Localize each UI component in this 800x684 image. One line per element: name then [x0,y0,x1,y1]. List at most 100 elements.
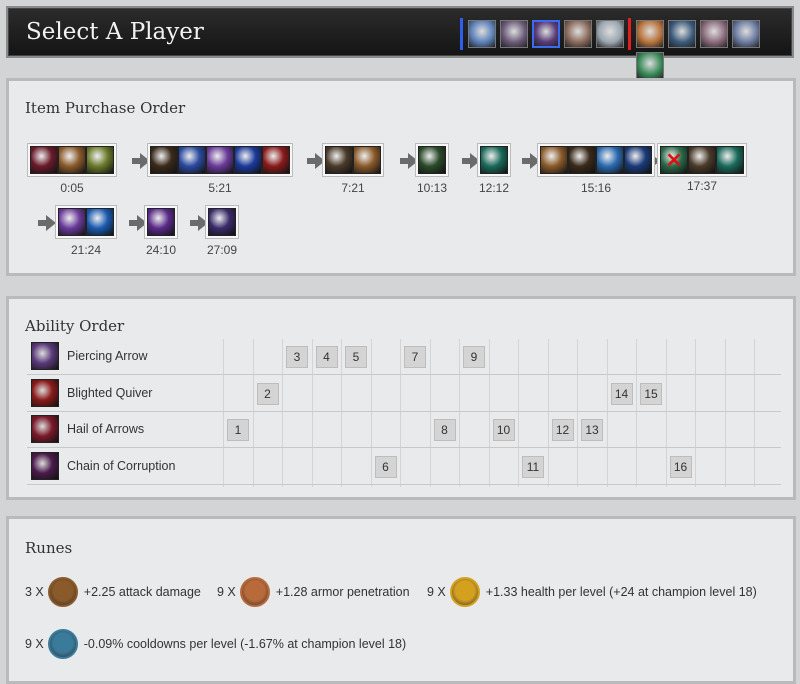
item-icon[interactable] [208,208,236,236]
champion-portrait-red-3[interactable] [700,20,728,48]
level-badge: 16 [669,455,692,478]
item-frame [322,143,384,177]
ability-row: Blighted Quiver 2 14 15 [27,376,781,412]
item-frame [205,205,239,239]
item-icon[interactable] [86,208,114,236]
ability-order-panel: Ability Order Piercing Arrow 3 4 5 7 9 Blighte… [6,296,796,500]
level-badge: 5 [345,346,367,368]
rune-description: +1.33 health per level (+24 at champion … [485,585,757,599]
ability-icon [31,415,59,443]
champion-portrait-red-2[interactable] [668,20,696,48]
seal-rune-icon [239,577,270,607]
purchase-time: 7:21 [341,181,365,195]
purchase-group: ✕ 17:37 [657,143,747,193]
runes-panel: Runes 3 X +2.25 attack damage 9 X +1.28 arm… [6,516,796,684]
champion-portrait-red-4[interactable] [732,20,760,48]
blue-team-portraits [460,18,626,50]
ability-icon [31,451,59,480]
champion-portrait-blue-1[interactable] [468,20,496,48]
item-icon[interactable] [418,146,446,174]
purchase-time: 0:05 [60,181,84,195]
ability-icon [31,342,59,370]
glyph-rune-icon [449,577,480,607]
item-icon[interactable] [716,146,744,174]
runes-title: Runes [25,539,73,557]
ability-name: Chain of Corruption [67,458,176,473]
item-icon[interactable] [58,146,86,174]
rune-count: 9 X [217,585,236,599]
purchase-time: 27:09 [206,243,238,257]
champion-portrait-blue-2[interactable] [500,20,528,48]
purchase-time: 15:16 [580,181,612,195]
item-icon[interactable] [353,146,381,174]
champion-portrait-blue-4[interactable] [564,20,592,48]
purchase-group: 0:05 [27,143,117,195]
header-bar: Select A Player [6,6,794,80]
level-badge: 12 [551,419,574,441]
purchase-group: 15:16 [537,143,655,195]
level-badge: 7 [404,346,426,368]
item-frame [27,143,117,177]
row-divider [27,483,781,485]
purchase-group: 12:12 [477,143,511,195]
rune-count: 9 X [25,637,44,651]
purchase-time: 12:12 [478,181,510,195]
item-icon[interactable] [147,208,175,236]
ability-row: Hail of Arrows 1 8 10 12 13 [27,412,781,448]
item-icon[interactable] [262,146,290,174]
ability-name: Blighted Quiver [67,385,153,400]
item-icon[interactable] [480,146,508,174]
item-icon[interactable] [568,146,596,174]
champion-portrait-blue-5[interactable] [596,20,624,48]
rune-description: +1.28 armor penetration [275,585,410,599]
champion-portrait-blue-3[interactable] [532,20,560,48]
purchase-group: 7:21 [322,143,384,195]
item-icon[interactable] [58,208,86,236]
item-icon[interactable] [624,146,652,174]
purchase-time: 24:10 [145,243,177,257]
level-badge: 3 [286,346,308,368]
level-badge: 1 [227,419,249,441]
level-badge: 10 [492,419,515,441]
red-team-portraits [628,18,792,80]
item-frame [537,143,655,177]
level-badge: 14 [610,382,633,405]
rune-count: 3 X [25,585,44,599]
item-icon[interactable] [540,146,568,174]
rune-entry: 3 X +2.25 attack damage [25,577,201,607]
purchase-group: 27:09 [205,205,239,257]
ability-row: Chain of Corruption 6 11 16 [27,449,781,485]
item-frame [55,205,117,239]
champion-portrait-red-1[interactable] [636,20,664,48]
item-icon[interactable] [325,146,353,174]
level-badge: 4 [315,346,338,368]
purchase-group: 5:21 [147,143,293,195]
item-icon[interactable] [234,146,262,174]
item-icon[interactable] [30,146,58,174]
rune-description: +2.25 attack damage [83,585,201,599]
quintessence-rune-icon [47,629,78,659]
ability-name: Piercing Arrow [67,349,148,363]
purchase-time: 10:13 [416,181,448,195]
item-icon[interactable] [596,146,624,174]
item-icon[interactable] [206,146,234,174]
champion-portrait-red-5[interactable] [636,52,664,80]
ability-icon [31,378,59,407]
purchase-time: 21:24 [70,243,102,257]
mark-rune-icon [47,577,78,607]
item-icon[interactable] [688,146,716,174]
rune-entry: 9 X -0.09% cooldowns per level (-1.67% at… [25,629,406,659]
ability-name: Hail of Arrows [67,422,145,436]
item-icon[interactable] [86,146,114,174]
level-badge: 11 [522,455,544,478]
rune-entry: 9 X +1.28 armor penetration [217,577,410,607]
item-purchase-panel: Item Purchase Order 0:05 5:21 7:21 10:13 12:… [6,78,796,276]
rune-entry: 9 X +1.33 health per level (+24 at champi… [427,577,757,607]
item-icon[interactable] [178,146,206,174]
item-icon[interactable] [150,146,178,174]
level-badge: 13 [581,419,603,441]
item-purchase-title: Item Purchase Order [25,99,186,117]
purchase-group: 10:13 [415,143,449,195]
rune-description: -0.09% cooldowns per level (-1.67% at ch… [83,637,407,651]
item-icon[interactable]: ✕ [660,146,688,174]
